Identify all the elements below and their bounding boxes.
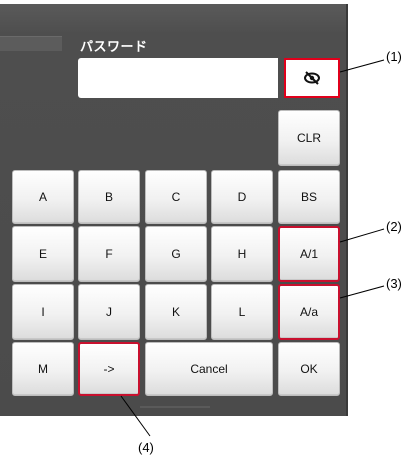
callout-label-4: (4) (138, 440, 154, 455)
callout-label-2: (2) (386, 219, 402, 234)
callout-label-1: (1) (386, 49, 402, 64)
callout-line-2 (339, 228, 385, 243)
callout-lines (120, 59, 385, 437)
callout-label-3: (3) (386, 276, 402, 291)
callout-line-1 (339, 59, 385, 73)
callout-line-3 (339, 285, 385, 299)
callout-line-4 (120, 395, 151, 437)
